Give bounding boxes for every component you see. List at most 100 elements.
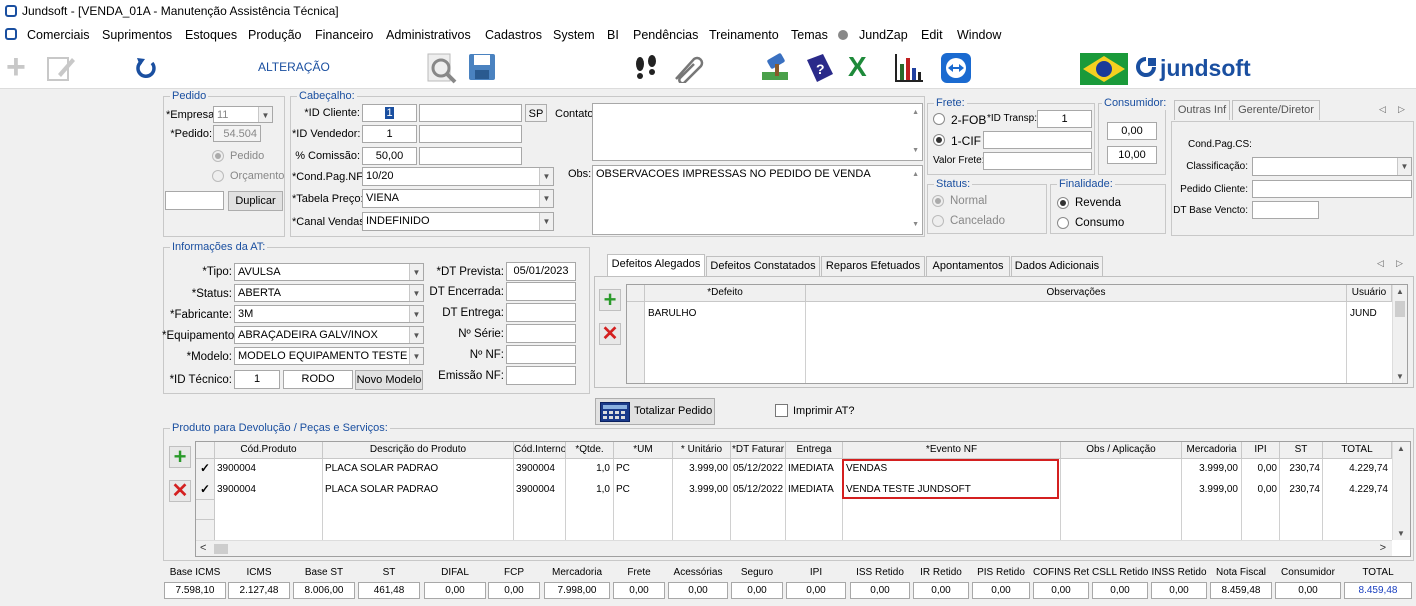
cond-pag-select[interactable]: 10/20 ▼ [362, 167, 554, 186]
chevron-down-icon[interactable]: ▼ [409, 327, 423, 343]
cod-interno-cell[interactable]: 3900004 [516, 461, 555, 477]
pedido-cliente-field[interactable] [1252, 180, 1412, 198]
chevron-down-icon[interactable]: ▼ [409, 264, 423, 280]
entrega-cell[interactable]: IMEDIATA [788, 482, 834, 498]
book-icon[interactable]: ? [803, 52, 835, 87]
id-transp-field[interactable]: 1 [1037, 110, 1092, 128]
tecnico-name-field[interactable]: RODO [283, 370, 353, 389]
excel-icon[interactable]: X [848, 53, 867, 81]
scroll-up-icon[interactable]: ▲ [912, 106, 919, 120]
auction-icon[interactable] [760, 52, 792, 87]
serie-field[interactable] [506, 324, 576, 343]
consumidor-value-1[interactable]: 0,00 [1107, 122, 1157, 140]
total-cell[interactable]: 4.229,74 [1323, 461, 1388, 477]
menu-pendencias[interactable]: Pendências [633, 28, 698, 42]
um-col-header[interactable]: *UM [614, 442, 673, 459]
valor-frete-field[interactable] [983, 152, 1092, 170]
cod-produto-cell[interactable]: 3900004 [217, 482, 256, 498]
defeito-col-header[interactable]: *Defeito [645, 285, 806, 302]
fabricante-select[interactable]: 3M ▼ [234, 305, 424, 323]
tipo-select[interactable]: AVULSA ▼ [234, 263, 424, 281]
menu-estoques[interactable]: Estoques [185, 28, 237, 42]
normal-radio[interactable] [932, 195, 944, 207]
edit-pencil-icon[interactable] [46, 54, 76, 82]
status-select[interactable]: ABERTA ▼ [234, 284, 424, 302]
mercadoria-col-header[interactable]: Mercadoria [1182, 442, 1242, 459]
pedido-radio[interactable] [212, 150, 224, 162]
revenda-radio[interactable] [1057, 197, 1069, 209]
comissao-extra-field[interactable] [419, 147, 522, 165]
search-preview-icon[interactable] [425, 52, 459, 87]
unitario-col-header[interactable]: * Unitário [673, 442, 731, 459]
classificacao-select[interactable]: ▼ [1252, 157, 1412, 176]
observacoes-col-header[interactable]: Observações [806, 285, 1347, 302]
menu-treinamento[interactable]: Treinamento [709, 28, 779, 42]
dt-prevista-field[interactable]: 05/01/2023 [506, 262, 576, 281]
save-icon[interactable] [468, 53, 496, 84]
mercadoria-cell[interactable]: 3.999,00 [1182, 482, 1238, 498]
st-col-header[interactable]: ST [1280, 442, 1323, 459]
scroll-down-icon[interactable]: ▼ [912, 218, 919, 232]
usuario-col-header[interactable]: Usuário [1347, 285, 1392, 302]
tab-defeitos-alegados[interactable]: Defeitos Alegados [607, 254, 705, 276]
cliente-name-field[interactable] [419, 104, 522, 122]
chevron-down-icon[interactable]: ▼ [539, 190, 553, 207]
uf-button[interactable]: SP [525, 104, 547, 122]
teamviewer-icon[interactable] [940, 52, 972, 87]
tab-scroll-left-icon[interactable]: ◁ [1377, 258, 1384, 269]
chevron-down-icon[interactable]: ▼ [409, 348, 423, 364]
ipi-cell[interactable]: 0,00 [1242, 482, 1277, 498]
chevron-down-icon[interactable]: ▼ [409, 285, 423, 301]
modelo-select[interactable]: MODELO EQUIPAMENTO TESTE ▼ [234, 347, 424, 365]
tab-outras-inf[interactable]: Outras Inf [1174, 100, 1230, 120]
hscroll-thumb[interactable] [214, 544, 228, 554]
tab-reparos-efetuados[interactable]: Reparos Efetuados [821, 256, 925, 276]
imprimir-at-checkbox[interactable] [775, 404, 788, 417]
tab-scroll-right-icon[interactable]: ▷ [1398, 104, 1405, 115]
refresh-icon[interactable] [133, 56, 159, 83]
total-col-header[interactable]: TOTAL [1323, 442, 1392, 459]
canal-vendas-select[interactable]: INDEFINIDO ▼ [362, 212, 554, 231]
cancelado-radio[interactable] [932, 215, 944, 227]
chevron-down-icon[interactable]: ▼ [539, 213, 553, 230]
scroll-up-icon[interactable]: ▲ [912, 168, 919, 182]
tabela-preco-select[interactable]: VIENA ▼ [362, 189, 554, 208]
ipi-cell[interactable]: 0,00 [1242, 461, 1277, 477]
scroll-down-icon[interactable]: ▼ [912, 144, 919, 158]
scroll-right-icon[interactable]: > [1380, 542, 1386, 554]
scroll-left-icon[interactable]: < [200, 542, 206, 554]
cod-interno-cell[interactable]: 3900004 [516, 482, 555, 498]
menu-window[interactable]: Window [957, 28, 1001, 42]
produtos-vscrollbar[interactable]: ▲ ▼ [1392, 442, 1410, 540]
usuario-cell[interactable]: JUND [1350, 306, 1377, 322]
cod-produto-cell[interactable]: 3900004 [217, 461, 256, 477]
menu-producao[interactable]: Produção [248, 28, 302, 42]
qtde-cell[interactable]: 1,0 [566, 461, 610, 477]
descricao-col-header[interactable]: Descrição do Produto [323, 442, 514, 459]
menu-comerciais[interactable]: Comerciais [27, 28, 90, 42]
menu-jundzap[interactable]: JundZap [859, 28, 908, 42]
new-record-icon[interactable]: + [6, 50, 36, 84]
cif-radio[interactable] [933, 134, 945, 146]
transportadora-field[interactable] [983, 131, 1092, 149]
chevron-down-icon[interactable]: ▼ [258, 107, 272, 122]
produtos-hscrollbar[interactable]: < > [196, 540, 1392, 556]
menu-app-icon[interactable] [5, 28, 17, 40]
dt-base-field[interactable] [1252, 201, 1319, 219]
dt-encerrada-field[interactable] [506, 282, 576, 301]
cod-interno-col-header[interactable]: Cód.Interno [514, 442, 566, 459]
cod-produto-col-header[interactable]: Cód.Produto [215, 442, 323, 459]
qtde-col-header[interactable]: *Qtde. [566, 442, 614, 459]
dt-faturar-col-header[interactable]: *DT Faturar [731, 442, 786, 459]
chevron-down-icon[interactable]: ▼ [409, 306, 423, 322]
um-cell[interactable]: PC [616, 482, 630, 498]
menu-system[interactable]: System [553, 28, 595, 42]
emissao-nf-field[interactable] [506, 366, 576, 385]
dt-faturar-cell[interactable]: 05/12/2022 [733, 482, 783, 498]
ipi-col-header[interactable]: IPI [1242, 442, 1280, 459]
add-produto-button[interactable]: + [169, 446, 191, 468]
tab-gerente-diretor[interactable]: Gerente/Diretor [1232, 100, 1320, 120]
scroll-thumb[interactable] [1395, 301, 1405, 317]
descricao-cell[interactable]: PLACA SOLAR PADRAO [325, 461, 438, 477]
obs-field[interactable]: OBSERVACOES IMPRESSAS NO PEDIDO DE VENDA… [592, 165, 923, 235]
